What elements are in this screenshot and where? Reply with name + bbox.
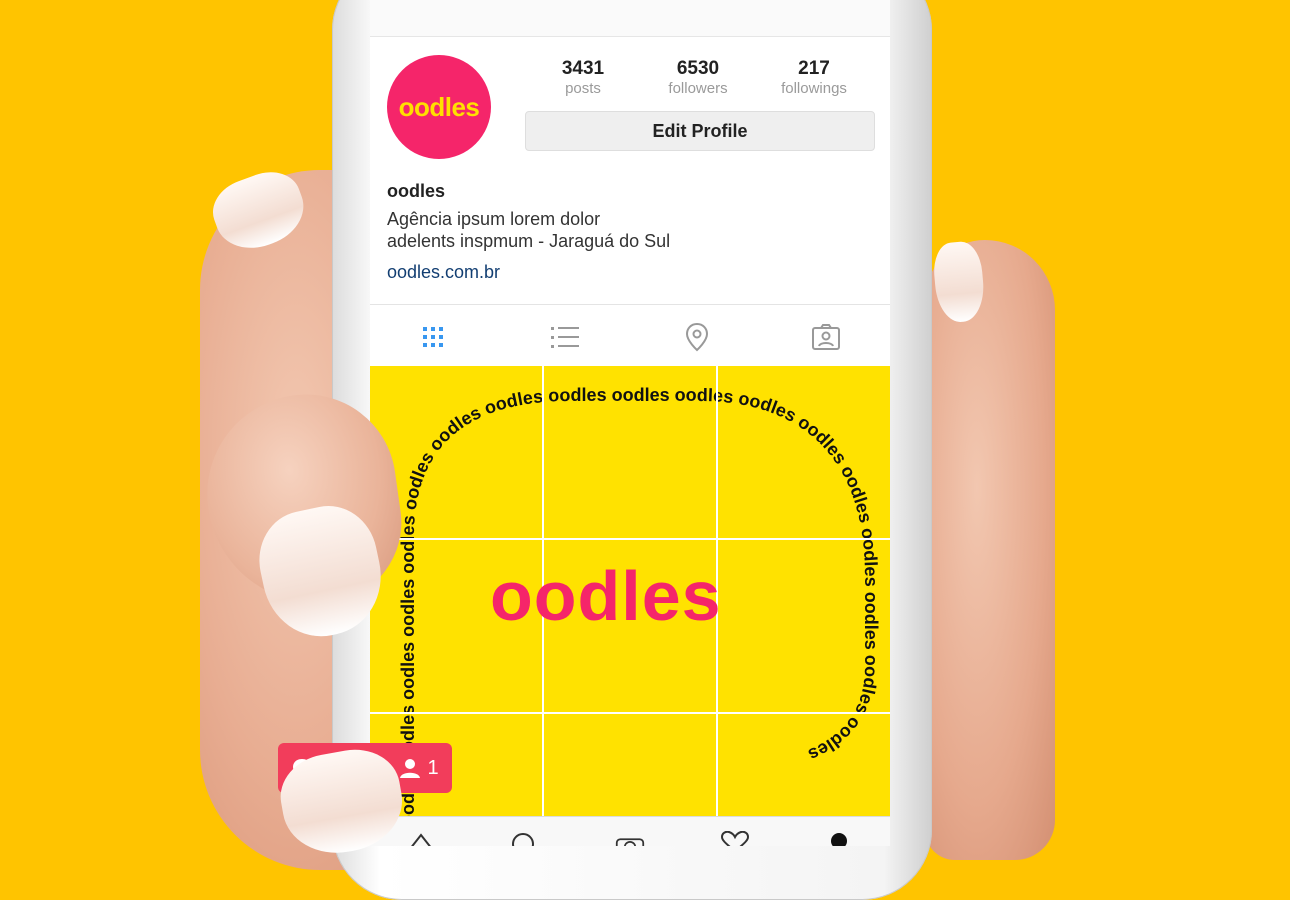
bottom-nav bbox=[370, 816, 890, 846]
phone-screen: oodles 3431 posts 6530 followers 217 fol… bbox=[370, 0, 890, 846]
follow-count: 1 bbox=[427, 756, 439, 779]
grid-divider bbox=[370, 538, 890, 540]
followings-stat[interactable]: 217 followings bbox=[764, 58, 864, 98]
posts-stat[interactable]: 3431 posts bbox=[533, 58, 633, 98]
edit-profile-button[interactable]: Edit Profile bbox=[525, 111, 875, 151]
bio-line-2: adelents inspmum - Jaraguá do Sul bbox=[387, 231, 671, 251]
list-icon[interactable] bbox=[547, 319, 583, 355]
location-pin-icon[interactable] bbox=[679, 319, 715, 355]
followings-count: 217 bbox=[798, 58, 830, 79]
tagged-photos-icon[interactable] bbox=[808, 319, 844, 355]
followings-label: followings bbox=[781, 80, 847, 97]
person-icon bbox=[400, 759, 421, 778]
avatar-logo-text: oodles bbox=[398, 91, 480, 122]
grid-icon[interactable] bbox=[415, 319, 451, 355]
hand-finger bbox=[925, 240, 1055, 860]
camera-icon[interactable] bbox=[615, 831, 645, 846]
website-link[interactable]: oodles.com.br bbox=[387, 262, 500, 283]
home-icon[interactable] bbox=[406, 831, 436, 846]
followers-label: followers bbox=[668, 80, 728, 97]
follow-notification: 1 bbox=[399, 756, 439, 780]
profile-tabs bbox=[370, 304, 890, 367]
bio-line-1: Agência ipsum lorem dolor bbox=[387, 209, 601, 229]
heart-icon[interactable] bbox=[720, 831, 750, 846]
profile-icon[interactable] bbox=[824, 831, 854, 846]
posts-count: 3431 bbox=[561, 58, 605, 79]
profile-username: oodles bbox=[387, 181, 446, 201]
search-icon[interactable] bbox=[508, 831, 538, 846]
post-logo-text: oodles bbox=[490, 557, 722, 635]
posts-label: posts bbox=[565, 80, 601, 97]
top-status-bar bbox=[370, 0, 890, 37]
followers-count: 6530 bbox=[676, 58, 720, 79]
profile-avatar[interactable]: oodles bbox=[387, 55, 491, 159]
followers-stat[interactable]: 6530 followers bbox=[648, 58, 748, 98]
grid-divider bbox=[370, 712, 890, 714]
